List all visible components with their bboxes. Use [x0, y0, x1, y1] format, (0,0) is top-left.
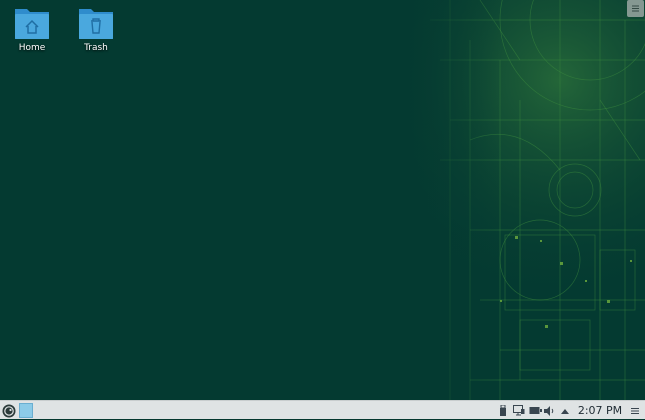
desktop-pager[interactable]: [19, 401, 33, 420]
wallpaper-blueprint-art: [0, 0, 645, 400]
home-folder-icon: [15, 9, 49, 39]
trash-folder-icon: [79, 9, 113, 39]
panel-options-button[interactable]: [629, 401, 641, 420]
desktop-icon-label: Trash: [84, 43, 108, 53]
clock-time: 2:07 PM: [577, 404, 623, 417]
tray-network[interactable]: [512, 401, 526, 420]
tray-expand-button[interactable]: [559, 401, 571, 420]
application-launcher-button[interactable]: [1, 401, 17, 420]
volume-icon: [544, 405, 554, 416]
taskbar-panel: 2:07 PM: [0, 400, 645, 419]
hamburger-menu-icon: [632, 5, 639, 12]
expand-tray-arrow-icon: [561, 408, 569, 414]
desktop[interactable]: Home Trash: [0, 0, 645, 400]
tray-battery[interactable]: [528, 401, 542, 420]
pager-desktop-1[interactable]: [19, 403, 33, 418]
usb-drive-icon: [500, 405, 506, 416]
opensuse-logo-icon: [2, 404, 16, 417]
desktop-icon-home[interactable]: Home: [4, 6, 60, 53]
digital-clock[interactable]: 2:07 PM: [574, 401, 626, 420]
desktop-icon-label: Home: [18, 43, 46, 53]
desktop-icon-trash[interactable]: Trash: [68, 6, 124, 53]
panel-menu-icon: [631, 407, 639, 414]
network-icon: [513, 405, 525, 416]
tray-volume[interactable]: [543, 401, 556, 420]
battery-icon: [529, 407, 542, 414]
tray-usb[interactable]: [497, 401, 509, 420]
desktop-toolbox-button[interactable]: [627, 0, 644, 17]
